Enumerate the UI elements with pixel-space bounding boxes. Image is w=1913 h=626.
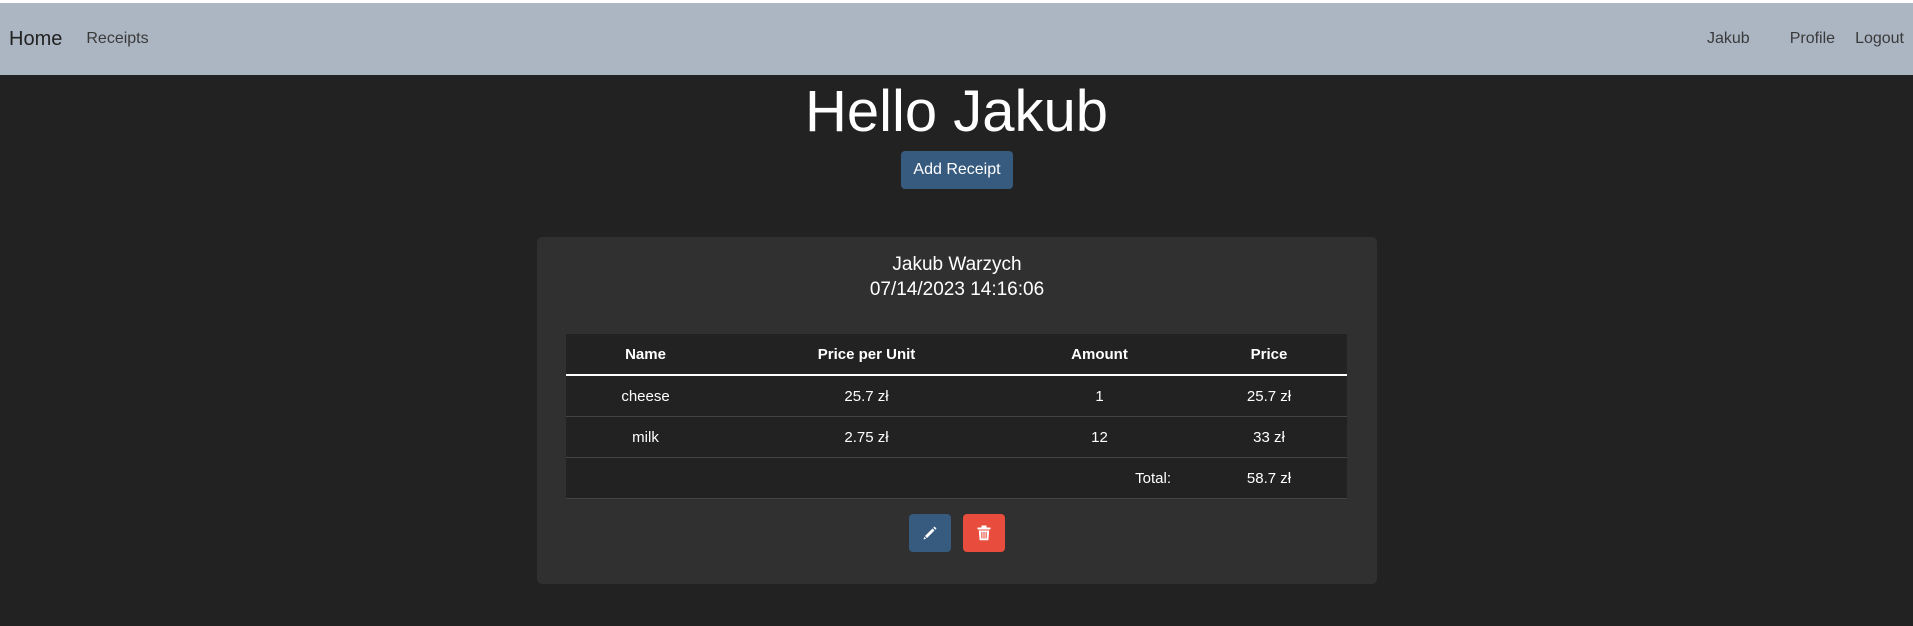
receipt-owner: Jakub Warzych xyxy=(892,254,1022,275)
item-name: milk xyxy=(566,416,725,458)
delete-receipt-button[interactable] xyxy=(963,514,1005,552)
edit-receipt-button[interactable] xyxy=(909,514,951,552)
user-link[interactable]: Jakub xyxy=(1707,30,1750,48)
add-receipt-button[interactable]: Add Receipt xyxy=(901,151,1013,189)
navbar: Home Receipts Jakub Profile Logout xyxy=(0,3,1913,75)
item-price-per-unit: 25.7 zł xyxy=(725,375,1008,417)
receipt-card: Jakub Warzych 07/14/2023 14:16:06 Name P… xyxy=(537,237,1377,584)
item-price: 25.7 zł xyxy=(1191,375,1347,417)
item-name: cheese xyxy=(566,375,725,417)
table-row: milk 2.75 zł 12 33 zł xyxy=(566,416,1347,458)
item-amount: 12 xyxy=(1008,416,1191,458)
column-header-name: Name xyxy=(566,334,725,376)
profile-link[interactable]: Profile xyxy=(1790,30,1835,48)
page-title: Hello Jakub xyxy=(804,79,1109,144)
total-row: Total: 58.7 zł xyxy=(566,457,1347,499)
item-amount: 1 xyxy=(1008,375,1191,417)
trash-icon xyxy=(977,525,991,541)
table-header-row: Name Price per Unit Amount Price xyxy=(566,334,1347,376)
total-value: 58.7 zł xyxy=(1191,457,1347,499)
column-header-amount: Amount xyxy=(1008,334,1191,376)
column-header-price: Price xyxy=(1191,334,1347,376)
nav-right: Jakub Profile Logout xyxy=(1687,30,1904,48)
item-price: 33 zł xyxy=(1191,416,1347,458)
receipts-link[interactable]: Receipts xyxy=(86,30,148,48)
total-label: Total: xyxy=(1008,457,1191,499)
table-row: cheese 25.7 zł 1 25.7 zł xyxy=(566,375,1347,417)
receipt-table: Name Price per Unit Amount Price cheese … xyxy=(566,334,1347,499)
home-link[interactable]: Home xyxy=(9,28,62,51)
column-header-price-per-unit: Price per Unit xyxy=(725,334,1008,376)
receipt-date: 07/14/2023 14:16:06 xyxy=(869,279,1045,300)
item-price-per-unit: 2.75 zł xyxy=(725,416,1008,458)
logout-link[interactable]: Logout xyxy=(1855,30,1904,48)
pencil-icon xyxy=(923,526,937,540)
